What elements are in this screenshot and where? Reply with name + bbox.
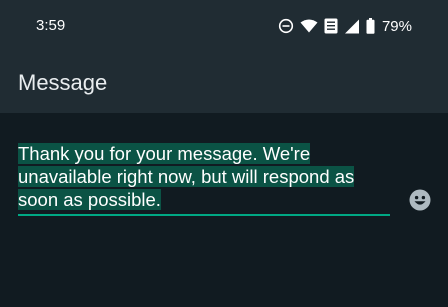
cellular-signal-icon [344, 19, 360, 34]
wifi-icon [300, 19, 318, 33]
status-time: 3:59 [36, 17, 66, 34]
status-bar: 3:59 79% [0, 0, 448, 52]
battery-icon [366, 18, 375, 34]
app-header: 3:59 79% Message [0, 0, 448, 113]
message-text[interactable]: Thank you for your message. We're unavai… [18, 143, 355, 210]
emoji-icon[interactable] [409, 189, 431, 211]
input-underline [18, 214, 390, 216]
volte-icon [324, 18, 338, 34]
status-icons: 79% [278, 16, 412, 36]
page-title: Message [18, 70, 108, 95]
do-not-disturb-icon [278, 18, 294, 34]
message-input[interactable]: Thank you for your message. We're unavai… [18, 142, 390, 211]
battery-percent: 79% [381, 17, 412, 35]
